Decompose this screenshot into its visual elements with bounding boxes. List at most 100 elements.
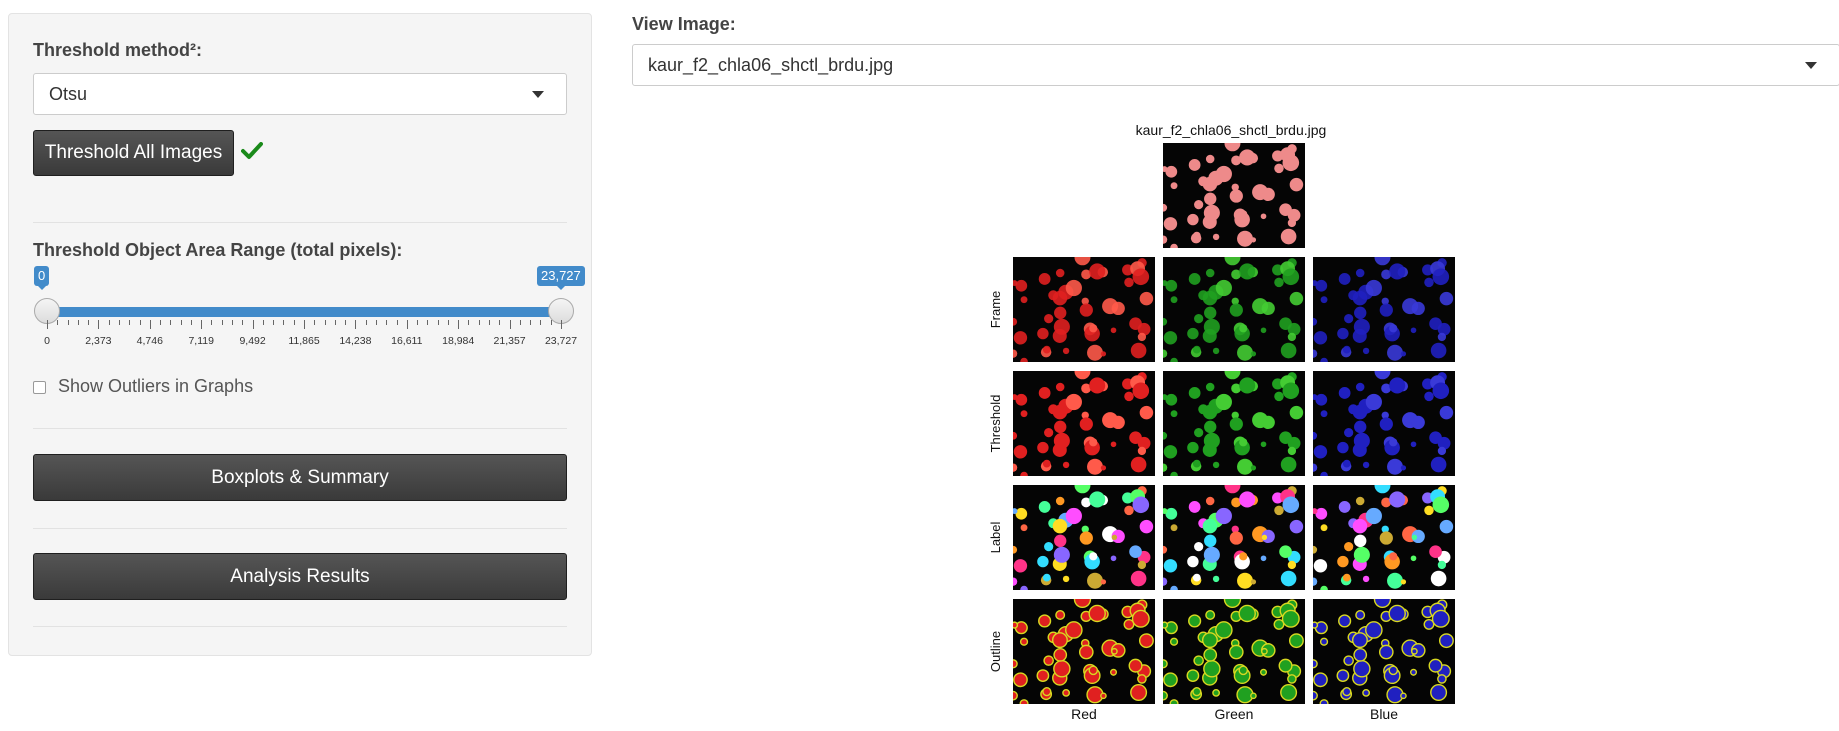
- slider-tick: [88, 320, 90, 325]
- slider-tick: [139, 320, 141, 325]
- slider-tick-label: 0: [44, 335, 50, 347]
- frame-blue-panel: [1313, 257, 1455, 362]
- show-outliers-checkbox[interactable]: [33, 381, 46, 394]
- caret-down-icon: [532, 91, 544, 98]
- slider-tick: [293, 320, 295, 325]
- analysis-results-button[interactable]: Analysis Results: [33, 553, 567, 600]
- slider-tick: [499, 320, 501, 325]
- threshold-method-select[interactable]: Otsu: [33, 73, 567, 115]
- slider-tick: [334, 320, 336, 325]
- slider-tick: [345, 320, 347, 325]
- column-label: Green: [1215, 706, 1254, 722]
- slider-tick: [519, 320, 521, 325]
- slider-tick: [47, 320, 48, 329]
- outline-blue-panel: [1313, 599, 1455, 704]
- check-icon: [241, 142, 263, 159]
- slider-tick: [530, 320, 532, 325]
- slider-tick: [447, 320, 449, 325]
- slider-tick-label: 21,357: [493, 335, 526, 347]
- slider-tick: [170, 320, 172, 325]
- slider-tick: [57, 320, 59, 325]
- slider-tick: [242, 320, 244, 325]
- outline-green-panel: [1163, 599, 1305, 704]
- slider-tick-label: 23,727: [544, 335, 578, 347]
- caret-down-icon: [1805, 62, 1817, 69]
- slider-tick: [190, 320, 192, 325]
- view-image-select[interactable]: kaur_f2_chla06_shctl_brdu.jpg: [632, 44, 1839, 86]
- slider-tick: [262, 320, 264, 325]
- threshold-method-value: Otsu: [49, 84, 88, 104]
- sidebar-panel: Threshold method²: Otsu Threshold All Im…: [8, 13, 592, 656]
- divider: [33, 222, 567, 223]
- slider-tick: [489, 320, 491, 325]
- row-label: Outline: [988, 631, 1003, 672]
- label-blue-panel: [1313, 485, 1455, 590]
- outline-red-panel: [1013, 599, 1155, 704]
- divider: [33, 528, 567, 529]
- slider-tick-label: 18,984: [442, 335, 475, 347]
- slider-tick: [283, 320, 285, 325]
- area-range-label: Threshold Object Area Range (total pixel…: [33, 240, 403, 260]
- threshold-blue-panel: [1313, 371, 1455, 476]
- row-label: Frame: [988, 291, 1003, 329]
- slider-min-value: 0: [34, 266, 50, 290]
- label-red-panel: [1013, 485, 1155, 590]
- slider-tick-label: 4,746: [136, 335, 163, 347]
- slider-tick: [314, 320, 316, 325]
- slider-tick-label: 9,492: [239, 335, 266, 347]
- slider-tick: [540, 320, 542, 325]
- slider-tick: [417, 320, 419, 325]
- slider-tick: [550, 320, 552, 325]
- slider-max-value: 23,727: [537, 266, 585, 290]
- threshold-green-panel: [1163, 371, 1305, 476]
- row-label: Label: [988, 521, 1003, 553]
- label-green-panel: [1163, 485, 1305, 590]
- slider-tick: [67, 320, 69, 325]
- threshold-all-button[interactable]: Threshold All Images: [33, 130, 234, 176]
- row-label: Threshold: [988, 395, 1003, 453]
- slider-tick: [129, 320, 131, 325]
- figure-title: kaur_f2_chla06_shctl_brdu.jpg: [1136, 122, 1327, 138]
- slider-tick: [211, 320, 213, 325]
- threshold-red-panel: [1013, 371, 1155, 476]
- slider-tick: [180, 320, 182, 325]
- slider-tick: [355, 320, 357, 329]
- slider-tick-label: 16,611: [391, 335, 423, 347]
- show-outliers-label: Show Outliers in Graphs: [58, 376, 254, 396]
- slider-tick: [365, 320, 367, 325]
- boxplots-summary-button[interactable]: Boxplots & Summary: [33, 454, 567, 501]
- slider-selected-range: [47, 307, 561, 317]
- slider-tick: [118, 320, 120, 325]
- slider-tick: [561, 320, 562, 329]
- slider-tick: [437, 320, 439, 325]
- threshold-method-label: Threshold method²:: [33, 40, 202, 60]
- slider-tick: [406, 320, 408, 329]
- frame-red-panel: [1013, 257, 1155, 362]
- slider-tick: [232, 320, 234, 325]
- slider-tick: [478, 320, 480, 325]
- slider-tick: [386, 320, 388, 325]
- slider-tick: [77, 320, 79, 325]
- frame-green-panel: [1163, 257, 1305, 362]
- view-image-value: kaur_f2_chla06_shctl_brdu.jpg: [648, 55, 894, 75]
- slider-tick: [221, 320, 223, 325]
- slider-tick: [509, 320, 511, 329]
- slider-tick-label: 7,119: [188, 335, 214, 347]
- slider-tick-label: 11,865: [288, 335, 320, 347]
- slider-tick-label: 14,238: [339, 335, 372, 347]
- divider: [33, 626, 567, 627]
- slider-tick-label: 2,373: [85, 335, 112, 347]
- slider-tick: [273, 320, 275, 325]
- slider-tick: [98, 320, 100, 329]
- slider-tick: [458, 320, 460, 329]
- slider-tick: [375, 320, 377, 325]
- slider-tick: [304, 320, 305, 329]
- slider-tick: [108, 320, 110, 325]
- slider-tick: [396, 320, 398, 325]
- column-label: Blue: [1370, 706, 1398, 722]
- slider-tick: [427, 320, 429, 325]
- slider-tick: [160, 320, 162, 325]
- slider-tick: [201, 320, 203, 329]
- slider-tick: [252, 320, 254, 329]
- slider-tick: [324, 320, 326, 325]
